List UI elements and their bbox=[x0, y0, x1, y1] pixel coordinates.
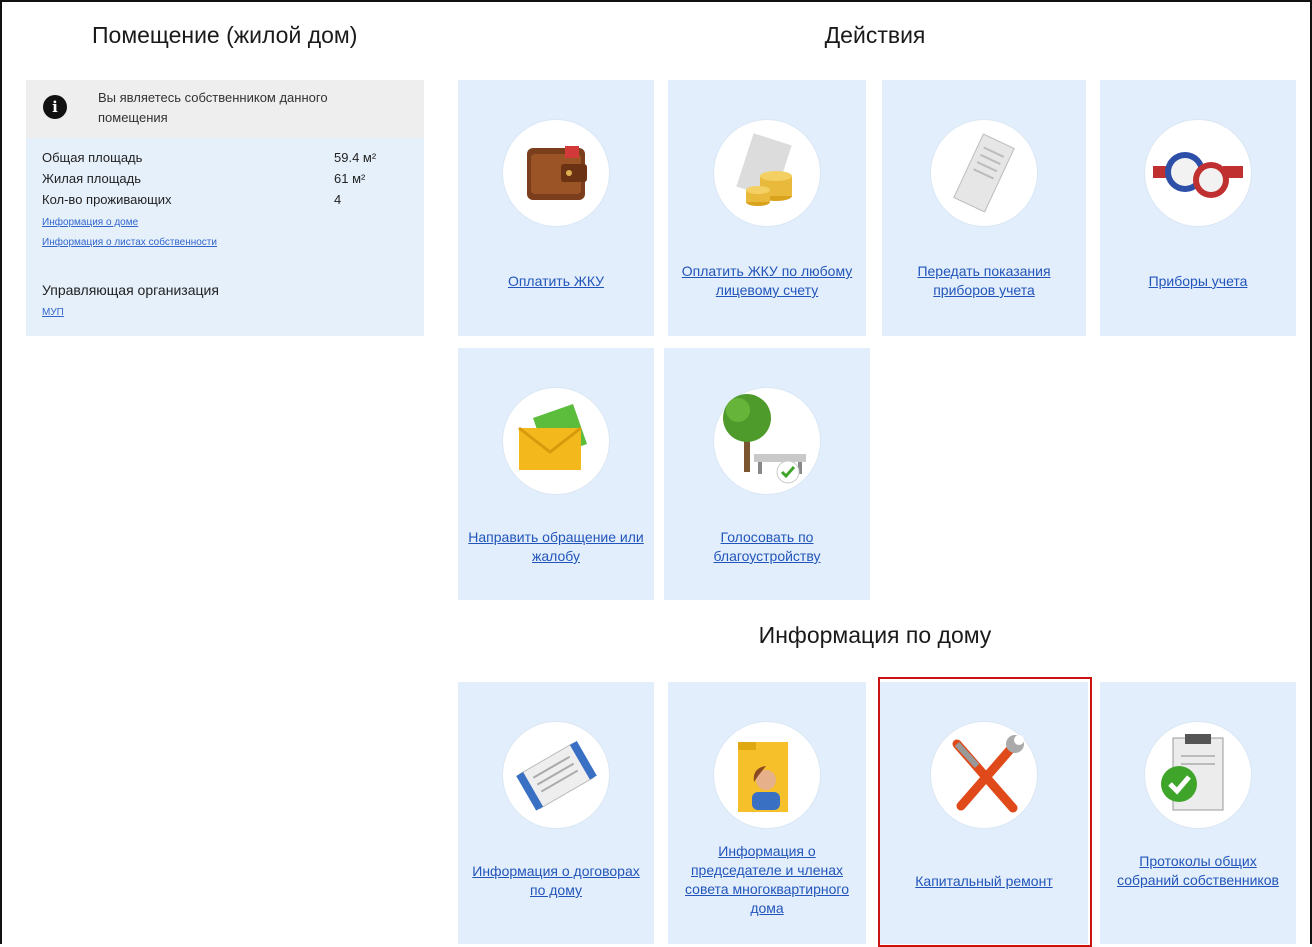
tile-label[interactable]: Оплатить ЖКУ по любому лицевому счету bbox=[678, 262, 856, 300]
tile-label[interactable]: Приборы учета bbox=[1110, 272, 1286, 291]
tile-house-contracts[interactable]: Информация о договорах по дому bbox=[458, 682, 654, 944]
receipt-icon bbox=[931, 120, 1037, 226]
tile-vote-improvement[interactable]: Голосовать по благоустройству bbox=[664, 348, 870, 600]
management-org-link[interactable]: МУП bbox=[42, 307, 64, 318]
folder-person-icon bbox=[714, 722, 820, 828]
section-title-premises: Помещение (жилой дом) bbox=[92, 22, 358, 48]
ownership-info-link[interactable]: Информация о листах собственности bbox=[42, 237, 217, 248]
tile-meters[interactable]: Приборы учета bbox=[1100, 80, 1296, 336]
detail-label: Общая площадь bbox=[42, 150, 143, 165]
tile-label[interactable]: Информация о договорах по дому bbox=[468, 862, 644, 900]
tile-label[interactable]: Направить обращение или жалобу bbox=[468, 528, 644, 566]
section-title-actions: Действия bbox=[824, 22, 926, 48]
info-icon: i bbox=[43, 95, 67, 119]
section-title-house-info: Информация по дому bbox=[758, 622, 992, 648]
tile-submit-readings[interactable]: Передать показания приборов учета bbox=[882, 80, 1086, 336]
tile-meeting-protocols[interactable]: Протоколы общих собраний собственников bbox=[1100, 682, 1296, 944]
tile-label[interactable]: Оплатить ЖКУ bbox=[468, 272, 644, 291]
document-icon bbox=[503, 722, 609, 828]
detail-label: Кол-во проживающих bbox=[42, 192, 172, 207]
tools-icon bbox=[931, 722, 1037, 828]
tile-capital-repair[interactable]: Капитальный ремонт bbox=[880, 682, 1088, 944]
detail-value: 61 м² bbox=[334, 171, 366, 186]
detail-value: 4 bbox=[334, 192, 342, 207]
management-org-label: Управляющая организация bbox=[42, 282, 219, 298]
envelope-icon bbox=[503, 388, 609, 494]
wallet-icon bbox=[503, 120, 609, 226]
tile-label[interactable]: Протоколы общих собраний собственников bbox=[1110, 852, 1286, 890]
house-info-link[interactable]: Информация о доме bbox=[42, 217, 138, 228]
meter-icon bbox=[1145, 120, 1251, 226]
clipboard-check-icon bbox=[1145, 722, 1251, 828]
owner-notice-text: Вы являетесь собственником данного помещ… bbox=[98, 90, 328, 125]
tile-pay-utilities[interactable]: Оплатить ЖКУ bbox=[458, 80, 654, 336]
owner-notice: i Вы являетесь собственником данного пом… bbox=[26, 80, 424, 138]
detail-label: Жилая площадь bbox=[42, 171, 142, 186]
park-icon bbox=[714, 388, 820, 494]
tile-send-appeal[interactable]: Направить обращение или жалобу bbox=[458, 348, 654, 600]
tile-label[interactable]: Информация о председателе и членах совет… bbox=[678, 842, 856, 918]
premises-panel: i Вы являетесь собственником данного пом… bbox=[26, 80, 424, 336]
detail-row: Общая площадь 59.4 м² bbox=[42, 148, 402, 168]
tile-council-info[interactable]: Информация о председателе и членах совет… bbox=[668, 682, 866, 944]
detail-value: 59.4 м² bbox=[334, 150, 377, 165]
tile-label[interactable]: Капитальный ремонт bbox=[890, 872, 1078, 891]
detail-row: Жилая площадь 61 м² bbox=[42, 169, 402, 189]
tile-pay-any-account[interactable]: Оплатить ЖКУ по любому лицевому счету bbox=[668, 80, 866, 336]
tile-label[interactable]: Передать показания приборов учета bbox=[892, 262, 1076, 300]
tile-label[interactable]: Голосовать по благоустройству bbox=[674, 528, 860, 566]
coins-icon bbox=[714, 120, 820, 226]
detail-row: Кол-во проживающих 4 bbox=[42, 190, 402, 210]
